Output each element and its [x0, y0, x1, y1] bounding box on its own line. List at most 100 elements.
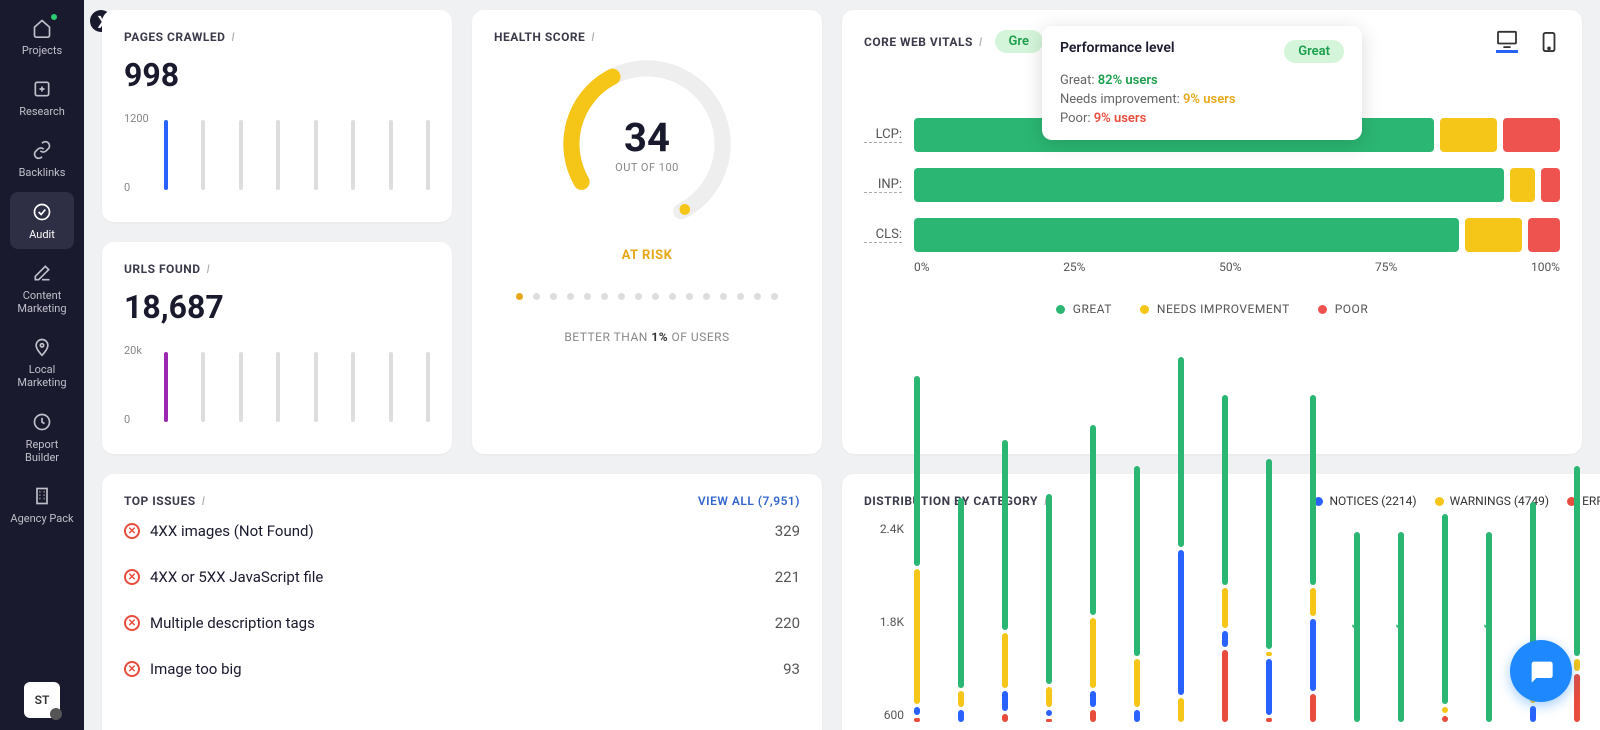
check-icon: ✓: [1350, 617, 1362, 633]
nav-projects[interactable]: Projects: [10, 8, 74, 65]
legend-poor: POOR: [1318, 302, 1368, 316]
distribution-legend: NOTICES (2214) WARNINGS (4749) ERRORS (9…: [1314, 494, 1600, 508]
distribution-card: DISTRIBUTION BY CATEGORYi NOTICES (2214)…: [842, 474, 1600, 730]
research-icon: [30, 77, 54, 101]
card-title: HEALTH SCORE: [494, 30, 585, 44]
nav-agency-pack[interactable]: Agency Pack: [10, 476, 74, 533]
nav-local-marketing[interactable]: Local Marketing: [10, 327, 74, 397]
pages-crawled-sparkline: 1200 0: [124, 112, 430, 202]
error-icon: ✕: [124, 661, 140, 677]
chat-button[interactable]: [1510, 640, 1572, 702]
urls-found-value: 18,687: [124, 288, 430, 326]
distribution-chart: 2.4K 1.8K 600 ✓ ✓ ✓: [914, 522, 1600, 722]
health-gauge: 34 OUT OF 100: [557, 54, 737, 234]
nav-label: Report Builder: [10, 438, 74, 464]
urls-found-sparkline: 20k 0: [124, 344, 430, 434]
axis-label: 20k: [124, 344, 142, 357]
inp-row: INP:: [864, 168, 1560, 202]
issue-row[interactable]: ✕ Multiple description tags 220: [124, 600, 800, 646]
nav-label: Agency Pack: [10, 512, 73, 525]
error-icon: ✕: [124, 615, 140, 631]
urls-found-card: URLS FOUND i 18,687 20k 0: [102, 242, 452, 454]
check-icon: ✓: [1482, 617, 1494, 633]
legend-errors: ERRORS (988): [1567, 494, 1600, 508]
metric-label: INP:: [864, 177, 902, 193]
better-than-text: BETTER THAN 1% OF USERS: [564, 330, 729, 344]
user-initials: ST: [35, 693, 50, 707]
axis-label: 0: [124, 181, 130, 194]
issue-label: 4XX images (Not Found): [150, 522, 314, 540]
nav-label: Projects: [22, 44, 62, 57]
issue-row[interactable]: ✕ 4XX or 5XX JavaScript file 221: [124, 554, 800, 600]
issue-count: 220: [775, 614, 800, 632]
sidebar: Projects Research Backlinks Audit Conten…: [0, 0, 84, 730]
main-content: PAGES CRAWLED i 998 1200 0 URLS FOUND i 18…: [84, 0, 1600, 730]
issue-row[interactable]: ✕ Image too big 93: [124, 646, 800, 692]
issue-label: Image too big: [150, 660, 242, 678]
issue-label: 4XX or 5XX JavaScript file: [150, 568, 323, 586]
legend-needs: NEEDS IMPROVEMENT: [1140, 302, 1290, 316]
info-icon[interactable]: i: [202, 494, 206, 508]
check-icon: ✓: [1394, 617, 1406, 633]
tooltip-title: Performance level: [1060, 40, 1284, 63]
legend-great: GREAT: [1056, 302, 1112, 316]
tooltip-badge: Great: [1284, 40, 1344, 63]
check-circle-icon: [30, 200, 54, 224]
pages-crawled-value: 998: [124, 56, 430, 94]
building-icon: [30, 484, 54, 508]
gauge-subtitle: OUT OF 100: [615, 161, 679, 174]
card-title: PAGES CRAWLED: [124, 30, 225, 44]
gauge-value: 34: [624, 114, 670, 161]
info-icon[interactable]: i: [591, 30, 595, 44]
home-icon: [30, 16, 54, 40]
axis-label: 0: [124, 413, 130, 426]
card-title: CORE WEB VITALS: [864, 35, 973, 49]
nav-audit[interactable]: Audit: [10, 192, 74, 249]
user-avatar[interactable]: ST: [24, 682, 60, 718]
issue-count: 221: [775, 568, 800, 586]
x-axis: 0%25%50%75%100%: [914, 260, 1560, 274]
error-icon: ✕: [124, 523, 140, 539]
dots-indicator: [516, 293, 778, 300]
nav-backlinks[interactable]: Backlinks: [10, 130, 74, 187]
cwv-legend: GREAT NEEDS IMPROVEMENT POOR: [864, 302, 1560, 316]
nav-label: Backlinks: [19, 166, 66, 179]
nav-label: Audit: [29, 228, 55, 241]
clock-icon: [30, 410, 54, 434]
issue-count: 93: [783, 660, 800, 678]
nav-research[interactable]: Research: [10, 69, 74, 126]
legend-notices: NOTICES (2214): [1314, 494, 1416, 508]
desktop-icon[interactable]: [1496, 31, 1518, 53]
card-title: TOP ISSUES: [124, 494, 196, 508]
chat-icon: [1527, 657, 1555, 685]
card-title: DISTRIBUTION BY CATEGORY: [864, 494, 1038, 508]
health-score-card: HEALTH SCOREi 34 OUT OF 100 AT RISK: [472, 10, 822, 454]
metric-label: CLS:: [864, 227, 902, 243]
y-axis: 2.4K 1.8K 600: [864, 522, 904, 722]
issue-row[interactable]: ✕4XX images (Not Found)329: [124, 508, 800, 554]
metric-label: LCP:: [864, 127, 902, 143]
top-issues-card: TOP ISSUES i VIEW ALL (7,951) ✕ 4XX images…: [102, 474, 822, 730]
info-icon[interactable]: i: [231, 30, 235, 44]
core-web-vitals-card: CORE WEB VITALS i Gre Performance level G…: [842, 10, 1582, 454]
performance-badge: Gre: [995, 30, 1043, 53]
pin-icon: [30, 335, 54, 359]
view-all-link[interactable]: VIEW ALL (7,951): [698, 494, 800, 508]
nav-label: Research: [19, 105, 65, 118]
issue-label: Multiple description tags: [150, 614, 315, 632]
edit-icon: [30, 261, 54, 285]
nav-label: Local Marketing: [10, 363, 74, 389]
info-icon[interactable]: i: [207, 262, 211, 276]
nav-content-marketing[interactable]: Content Marketing: [10, 253, 74, 323]
card-title: URLS FOUND: [124, 262, 201, 276]
axis-label: 1200: [124, 112, 149, 125]
cls-row: CLS:: [864, 218, 1560, 252]
info-icon[interactable]: i: [979, 35, 983, 49]
error-icon: ✕: [124, 569, 140, 585]
pages-crawled-card: PAGES CRAWLED i 998 1200 0: [102, 10, 452, 222]
mobile-icon[interactable]: [1538, 31, 1560, 53]
nav-report-builder[interactable]: Report Builder: [10, 402, 74, 472]
performance-tooltip: Performance level Great Great: 82% users…: [1042, 26, 1362, 140]
nav-label: Content Marketing: [10, 289, 74, 315]
link-icon: [30, 138, 54, 162]
